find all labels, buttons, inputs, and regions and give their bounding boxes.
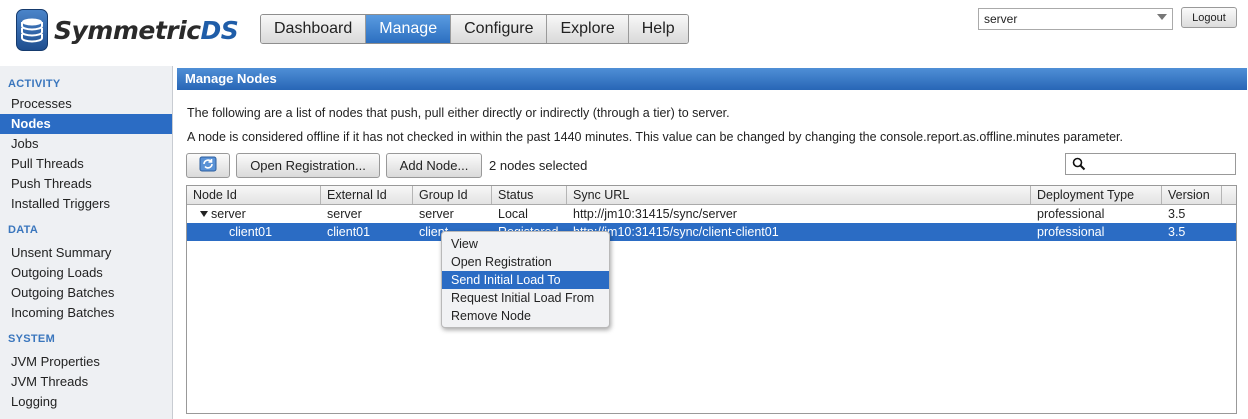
menu-item-view[interactable]: View xyxy=(442,235,609,253)
cell-node-id-text: server xyxy=(211,207,246,221)
sidebar-item-nodes[interactable]: Nodes xyxy=(0,114,172,134)
sidebar-item-logging[interactable]: Logging xyxy=(0,392,172,412)
column-header-version[interactable]: Version xyxy=(1162,186,1222,204)
menu-item-open-registration[interactable]: Open Registration xyxy=(442,253,609,271)
search-icon xyxy=(1072,157,1086,174)
menu-item-send-initial-load-to[interactable]: Send Initial Load To xyxy=(442,271,609,289)
app-header: SymmetricDS Dashboard Manage Configure E… xyxy=(0,0,1248,66)
nodes-table: Node Id External Id Group Id Status Sync… xyxy=(186,185,1237,414)
sidebar-item-installed-triggers[interactable]: Installed Triggers xyxy=(0,194,172,214)
logo-text: SymmetricDS xyxy=(54,15,239,45)
column-header-group-id[interactable]: Group Id xyxy=(413,186,492,204)
cell-deployment-type: professional xyxy=(1037,225,1105,239)
column-header-deployment-type[interactable]: Deployment Type xyxy=(1031,186,1162,204)
cell-group-id: server xyxy=(419,207,454,221)
cell-external-id: client01 xyxy=(327,225,371,239)
column-header-status[interactable]: Status xyxy=(492,186,567,204)
node-selector[interactable]: server xyxy=(978,8,1173,30)
add-node-button[interactable]: Add Node... xyxy=(386,153,482,178)
expand-arrow-icon[interactable] xyxy=(200,210,208,217)
cell-version: 3.5 xyxy=(1168,207,1186,221)
dropdown-arrow-icon xyxy=(1157,14,1167,20)
cell-external-id: server xyxy=(327,207,362,221)
logo-text-accent: DS xyxy=(200,15,239,45)
table-row[interactable]: client01 client01 client Registered http… xyxy=(187,223,1236,241)
cell-sync-url: http://jm10:31415/sync/server xyxy=(573,207,737,221)
filter-input[interactable] xyxy=(1065,153,1236,175)
logo-text-main: Symmetric xyxy=(54,15,201,45)
sidebar-item-jvm-threads[interactable]: JVM Threads xyxy=(0,372,172,392)
tab-help[interactable]: Help xyxy=(628,15,688,43)
cell-sync-url: http://jm10:31415/sync/client-client01 xyxy=(573,225,779,239)
main-nav: Dashboard Manage Configure Explore Help xyxy=(260,14,689,44)
sidebar-item-push-threads[interactable]: Push Threads xyxy=(0,174,172,194)
tab-configure[interactable]: Configure xyxy=(451,15,548,43)
column-header-sync-url[interactable]: Sync URL xyxy=(567,186,1031,204)
sidebar-item-outgoing-batches[interactable]: Outgoing Batches xyxy=(0,283,172,303)
cell-node-id: server xyxy=(187,205,321,223)
cell-deployment-type: professional xyxy=(1037,207,1105,221)
sidebar: ACTIVITY Processes Nodes Jobs Pull Threa… xyxy=(0,66,173,419)
tab-manage[interactable]: Manage xyxy=(366,15,452,43)
sidebar-section-data: DATA xyxy=(8,224,39,236)
cell-version: 3.5 xyxy=(1168,225,1186,239)
column-header-node-id[interactable]: Node Id xyxy=(187,186,321,204)
sidebar-item-processes[interactable]: Processes xyxy=(0,94,172,114)
symmetricds-logo[interactable]: SymmetricDS xyxy=(16,9,239,51)
logout-button[interactable]: Logout xyxy=(1181,7,1237,28)
context-menu: View Open Registration Send Initial Load… xyxy=(441,231,610,328)
open-registration-button[interactable]: Open Registration... xyxy=(236,153,380,178)
sidebar-section-activity: ACTIVITY xyxy=(8,78,61,90)
info-line-1: The following are a list of nodes that p… xyxy=(187,106,730,120)
node-selector-value: server xyxy=(984,12,1018,26)
sidebar-item-jvm-properties[interactable]: JVM Properties xyxy=(0,352,172,372)
sidebar-item-unsent-summary[interactable]: Unsent Summary xyxy=(0,243,172,263)
table-row[interactable]: server server server Local http://jm10:3… xyxy=(187,205,1236,223)
refresh-icon xyxy=(199,156,217,175)
menu-item-request-initial-load-from[interactable]: Request Initial Load From xyxy=(442,289,609,307)
table-header: Node Id External Id Group Id Status Sync… xyxy=(187,186,1236,205)
sidebar-item-incoming-batches[interactable]: Incoming Batches xyxy=(0,303,172,323)
sidebar-item-jobs[interactable]: Jobs xyxy=(0,134,172,154)
sidebar-item-pull-threads[interactable]: Pull Threads xyxy=(0,154,172,174)
database-stack-icon xyxy=(16,9,48,51)
sidebar-section-system: SYSTEM xyxy=(8,333,56,345)
cell-node-id: client01 xyxy=(229,225,273,239)
tab-explore[interactable]: Explore xyxy=(547,15,629,43)
refresh-button[interactable] xyxy=(186,153,230,178)
cell-status: Local xyxy=(498,207,528,221)
tab-dashboard[interactable]: Dashboard xyxy=(261,15,367,43)
menu-item-remove-node[interactable]: Remove Node xyxy=(442,307,609,325)
selection-count: 2 nodes selected xyxy=(489,158,588,173)
info-line-2: A node is considered offline if it has n… xyxy=(187,130,1124,144)
sidebar-item-outgoing-loads[interactable]: Outgoing Loads xyxy=(0,263,172,283)
column-header-external-id[interactable]: External Id xyxy=(321,186,413,204)
panel-title: Manage Nodes xyxy=(177,68,1247,90)
